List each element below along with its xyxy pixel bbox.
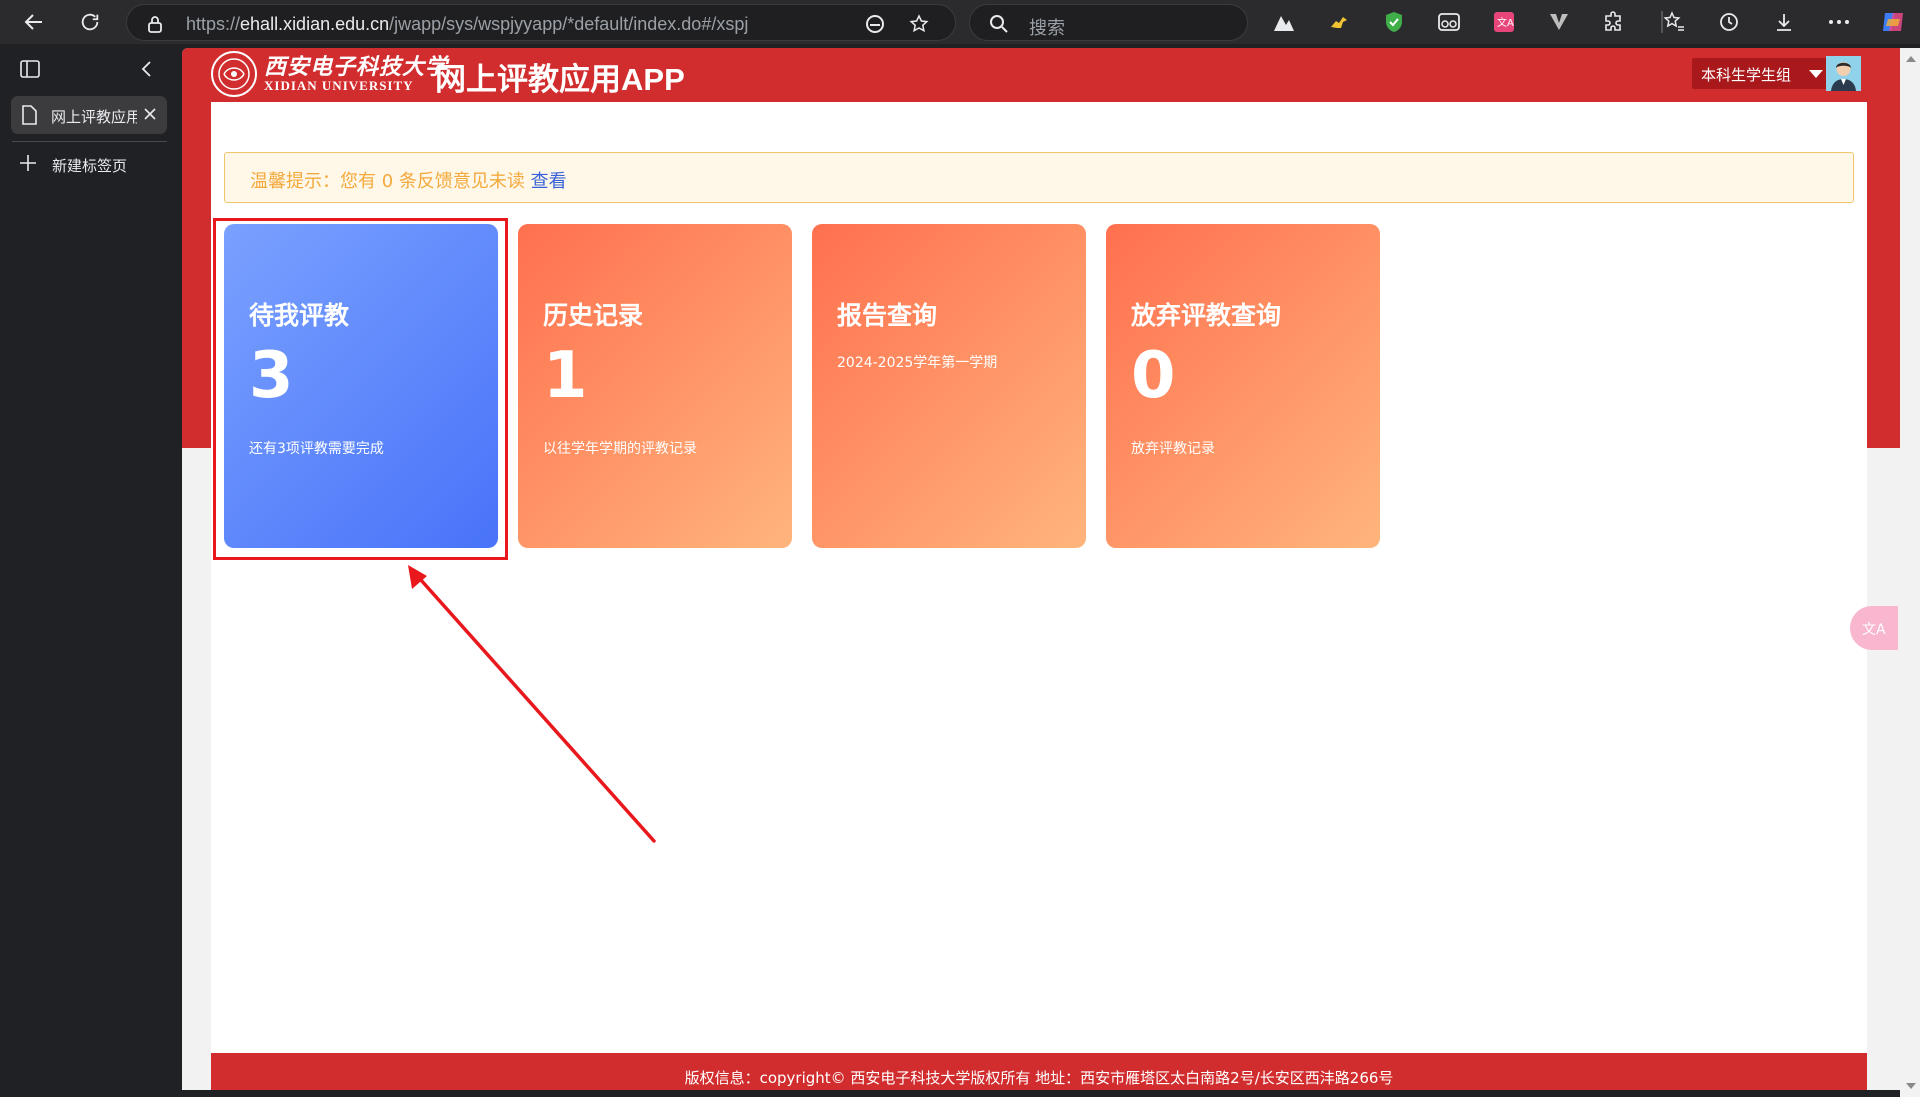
- lock-icon[interactable]: [147, 15, 163, 37]
- role-label: 本科生学生组: [1701, 66, 1792, 84]
- url-host: ehall.xidian.edu.cn: [240, 14, 390, 34]
- glasses-extension-icon[interactable]: [1436, 9, 1462, 35]
- university-logo[interactable]: 西安电子科技大学 XIDIAN UNIVERSITY: [210, 50, 448, 98]
- kangaroo-extension-icon[interactable]: [1326, 9, 1352, 35]
- sidebar-divider: [12, 141, 167, 142]
- history-icon[interactable]: [1716, 9, 1742, 35]
- url-prefix: https://: [186, 14, 241, 34]
- tab-actions-icon[interactable]: [20, 60, 40, 82]
- browser-toolbar: https://ehall.xidian.edu.cn/jwapp/sys/ws…: [0, 0, 1920, 44]
- shield-extension-icon[interactable]: [1381, 9, 1407, 35]
- search-placeholder: 搜索: [1029, 18, 1065, 39]
- collapse-sidebar-icon[interactable]: [140, 60, 152, 82]
- new-tab-button[interactable]: 新建标签页: [18, 153, 127, 177]
- floating-translate-button[interactable]: 文A: [1850, 606, 1898, 650]
- tab-wspj[interactable]: 网上评教应用APP: [11, 96, 167, 134]
- favorite-star-icon[interactable]: [909, 14, 929, 38]
- refresh-button[interactable]: [74, 6, 106, 38]
- page-icon: [21, 105, 37, 129]
- main-content: 温馨提示：您有 0 条反馈意见未读 查看 待我评教 3 还有3项评教需要完成 历…: [211, 102, 1867, 1090]
- logo-cn-text: 西安电子科技大学: [264, 53, 449, 80]
- download-icon[interactable]: [1771, 9, 1797, 35]
- scroll-down-icon[interactable]: [1906, 1083, 1916, 1089]
- svg-text:文A: 文A: [1862, 622, 1886, 638]
- copyright-text: 版权信息：copyright© 西安电子科技大学版权所有 地址：西安市雁塔区太白…: [684, 1069, 1394, 1087]
- mountain-extension-icon[interactable]: [1271, 9, 1297, 35]
- translate-extension-icon[interactable]: 文A: [1491, 9, 1517, 35]
- url-path: /jwapp/sys/wspjyyapp/*default/index.do#/…: [389, 14, 749, 34]
- chevron-down-icon: [1809, 70, 1823, 78]
- new-tab-label: 新建标签页: [52, 157, 128, 175]
- favorites-icon[interactable]: [1661, 9, 1687, 35]
- user-avatar-icon: [1826, 56, 1861, 91]
- app-title: 网上评教应用APP: [435, 62, 685, 97]
- university-seal-icon: [211, 51, 257, 97]
- extensions-puzzle-icon[interactable]: [1601, 9, 1627, 35]
- translate-icon: 文A: [1862, 622, 1886, 638]
- url-text[interactable]: https://ehall.xidian.edu.cn/jwapp/sys/ws…: [186, 14, 748, 35]
- plus-icon: [18, 153, 38, 177]
- refresh-icon: [81, 13, 99, 31]
- more-menu-icon[interactable]: [1826, 9, 1852, 35]
- user-avatar[interactable]: [1826, 56, 1861, 91]
- logo-en-text: XIDIAN UNIVERSITY: [264, 77, 414, 93]
- page-scrollbar[interactable]: [1900, 48, 1920, 1097]
- scroll-up-icon[interactable]: [1906, 56, 1916, 62]
- close-tab-icon[interactable]: [140, 104, 160, 128]
- svg-text:文A: 文A: [1497, 16, 1514, 29]
- copilot-icon[interactable]: [1880, 9, 1906, 35]
- search-icon: [989, 14, 1009, 38]
- back-arrow-icon: [24, 14, 42, 30]
- annotation-arrow: [408, 565, 656, 843]
- page-footer: 版权信息：copyright© 西安电子科技大学版权所有 地址：西安市雁塔区太白…: [211, 1053, 1867, 1090]
- back-button[interactable]: [18, 6, 50, 38]
- vertical-tab-sidebar: 网上评教应用APP 新建标签页: [0, 44, 180, 1097]
- tab-label: 网上评教应用APP: [51, 108, 137, 126]
- edge-app-icon[interactable]: [865, 14, 885, 38]
- address-bar[interactable]: https://ehall.xidian.edu.cn/jwapp/sys/ws…: [126, 4, 956, 41]
- role-dropdown[interactable]: 本科生学生组: [1692, 58, 1828, 89]
- page-viewport: 西安电子科技大学 XIDIAN UNIVERSITY 网上评教应用APP 本科生…: [182, 48, 1900, 1090]
- v-extension-icon[interactable]: [1546, 9, 1572, 35]
- search-box[interactable]: 搜索: [969, 4, 1248, 41]
